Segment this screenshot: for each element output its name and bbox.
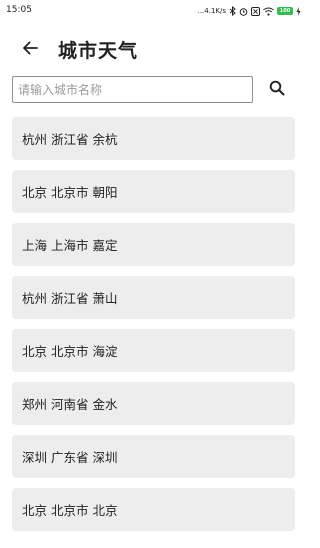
city-list: 杭州 浙江省 余杭 北京 北京市 朝阳 上海 上海市 嘉定 杭州 浙江省 萧山 … (12, 117, 295, 541)
city-label: 杭州 浙江省 余杭 (22, 132, 118, 147)
alarm-icon (239, 7, 248, 16)
search-row (0, 76, 307, 104)
wifi-icon (263, 7, 274, 16)
sim-icon (251, 6, 260, 16)
page-title: 城市天气 (58, 40, 139, 62)
search-input[interactable] (12, 76, 253, 103)
list-item[interactable]: 北京 北京市 海淀 (12, 329, 295, 372)
city-label: 北京 北京市 北京 (22, 503, 118, 518)
battery-icon: 100 (277, 7, 293, 15)
city-label: 上海 上海市 嘉定 (22, 238, 118, 253)
search-button[interactable] (266, 79, 288, 101)
status-bar: 15:05 ...4.1K/s 100 (0, 0, 307, 22)
list-item[interactable]: 杭州 浙江省 余杭 (12, 117, 295, 160)
city-label: 北京 北京市 朝阳 (22, 185, 118, 200)
status-time: 15:05 (6, 5, 32, 15)
list-item[interactable]: 杭州 浙江省 萧山 (12, 276, 295, 319)
city-label: 杭州 浙江省 萧山 (22, 291, 118, 306)
list-item[interactable]: 上海 上海市 嘉定 (12, 223, 295, 266)
charging-icon (296, 6, 301, 16)
search-icon (269, 80, 285, 100)
city-label: 深圳 广东省 深圳 (22, 450, 118, 465)
list-item[interactable]: 北京 北京市 北京 (12, 488, 295, 531)
app-header: 城市天气 (0, 30, 307, 70)
network-speed: ...4.1K/s (197, 7, 226, 15)
city-label: 郑州 河南省 金水 (22, 397, 118, 412)
list-item[interactable]: 深圳 广东省 深圳 (12, 435, 295, 478)
city-label: 北京 北京市 海淀 (22, 344, 118, 359)
list-item[interactable]: 郑州 河南省 金水 (12, 382, 295, 425)
bluetooth-icon (229, 6, 236, 16)
back-button[interactable] (18, 38, 42, 62)
arrow-left-icon (22, 40, 38, 60)
status-icons: ...4.1K/s 100 (198, 5, 301, 17)
list-item[interactable]: 北京 北京市 朝阳 (12, 170, 295, 213)
